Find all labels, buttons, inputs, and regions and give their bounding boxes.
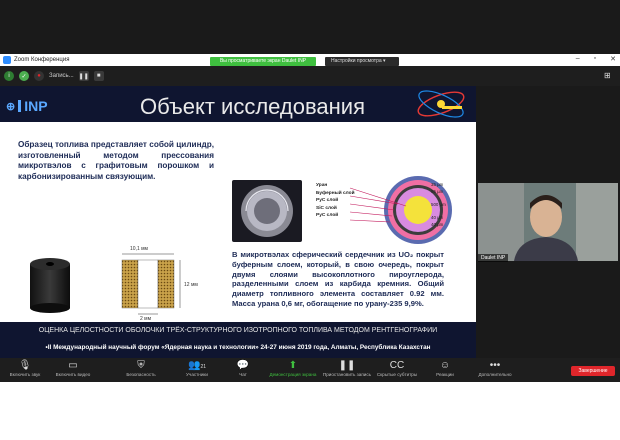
microsphere-photo [232,180,302,242]
recording-label: Запись... [49,73,74,79]
participant-name: Daulet INP [478,254,509,262]
start-video-button[interactable]: ▭ Включить видео [48,360,98,377]
zoom-app-icon [3,56,11,64]
mic-off-icon: 🎙 [18,360,32,371]
view-options-button[interactable]: Настройки просмотра ▾ [325,57,399,66]
chat-button[interactable]: 💬 Чат [218,360,268,377]
microsphere-description: В микротвэлах сферический сердечник из U… [232,250,444,308]
minimize-button[interactable]: – [576,55,580,63]
desktop-background [0,382,620,440]
zoom-window: Zoom Конференция – ▫ ✕ Вы просматриваете… [0,0,620,440]
slide-header: ⊕ INP Объект исследования [0,86,476,122]
more-button[interactable]: ••• Дополнительно [470,360,520,377]
pause-record-icon: ❚❚ [338,360,356,371]
view-layout-icon[interactable]: ⊞ [604,71,614,80]
participant-video-tile[interactable] [478,183,618,261]
dimension-label: 40 µm [431,222,444,227]
footer-forum: •II Международный научный форум «Ядерная… [45,344,431,351]
layer-label: SiC слой [316,205,337,211]
dimension-labels: 35 µm 95 µm 500 µm 40 µm 40 µm [431,178,446,231]
reaction-icon: ☺ [439,360,451,371]
window-controls: – ▫ ✕ [576,55,616,63]
footer-title: ОЦЕНКА ЦЕЛОСТНОСТИ ОБОЛОЧКИ ТРЁХ-СТРУКТУ… [38,327,438,334]
layer-label: PyC слой [316,213,339,219]
share-screen-icon: ⬆ [288,360,298,371]
closed-captions-button[interactable]: CC Скрытые субтитры [372,360,422,377]
more-icon: ••• [489,360,501,371]
dimension-label: 500 µm [431,202,446,207]
layer-labels: Уран Буферный слой PyC слой SiC слой PyC… [316,182,355,220]
xsec-width-label: 10,1 мм [130,246,148,252]
stop-recording-icon[interactable]: ■ [93,71,104,81]
end-meeting-button[interactable]: Завершение [571,366,615,376]
security-button[interactable]: ⛨ Безопасность [116,360,166,377]
institute-emblem-icon [417,90,465,118]
fuel-pellet-image [30,258,70,313]
microsphere-photo-image [241,185,293,237]
participants-icon: 👥21 [187,360,206,371]
window-title: Zoom Конференция [14,57,70,63]
recording-dot-icon: ● [34,71,44,81]
inp-logo: ⊕ INP [6,98,48,114]
shared-slide: ⊕ INP Объект исследования Образец топлива… [0,86,476,358]
layer-label: Уран [316,183,328,188]
chat-icon: 💬 [236,360,250,371]
participants-button[interactable]: 👥21 Участники [172,360,222,377]
shield-icon: ⛨ [137,360,145,371]
participant-video-image [478,183,618,261]
pause-recording-icon[interactable]: ❚❚ [79,71,89,81]
dimension-label: 95 µm [431,189,444,194]
video-off-icon: ▭ [68,360,78,371]
pellet-cross-section-diagram [121,253,181,315]
share-screen-button[interactable]: ⬆ Демонстрация экрана [268,360,318,377]
pause-recording-button[interactable]: ❚❚ Приостановить запись [322,360,372,377]
sharing-status-badge: Вы просматриваете экран Daulet INP [210,57,316,66]
security-shield-icon[interactable]: ✓ [19,71,29,81]
xsec-height-label: 12 мм [184,282,198,288]
maximize-button[interactable]: ▫ [594,55,596,63]
layer-label: PyC слой [316,198,339,204]
slide-title: Объект исследования [140,94,366,119]
slide-body: Образец топлива представляет собой цилин… [0,122,476,322]
reactions-button[interactable]: ☺ Реакции [420,360,470,377]
unmute-button[interactable]: 🎙 Включить звук [0,360,50,377]
slide-footer: ОЦЕНКА ЦЕЛОСТНОСТИ ОБОЛОЧКИ ТРЁХ-СТРУКТУ… [0,322,476,358]
participants-count: 21 [200,364,206,370]
close-button[interactable]: ✕ [610,55,616,63]
fuel-sample-description: Образец топлива представляет собой цилин… [18,140,214,181]
info-icon[interactable]: i [4,71,14,81]
layer-label: Буферный слой [316,190,355,196]
cc-icon: CC [389,360,405,371]
recording-bar: i ✓ ● Запись... ❚❚ ■ [4,71,104,81]
